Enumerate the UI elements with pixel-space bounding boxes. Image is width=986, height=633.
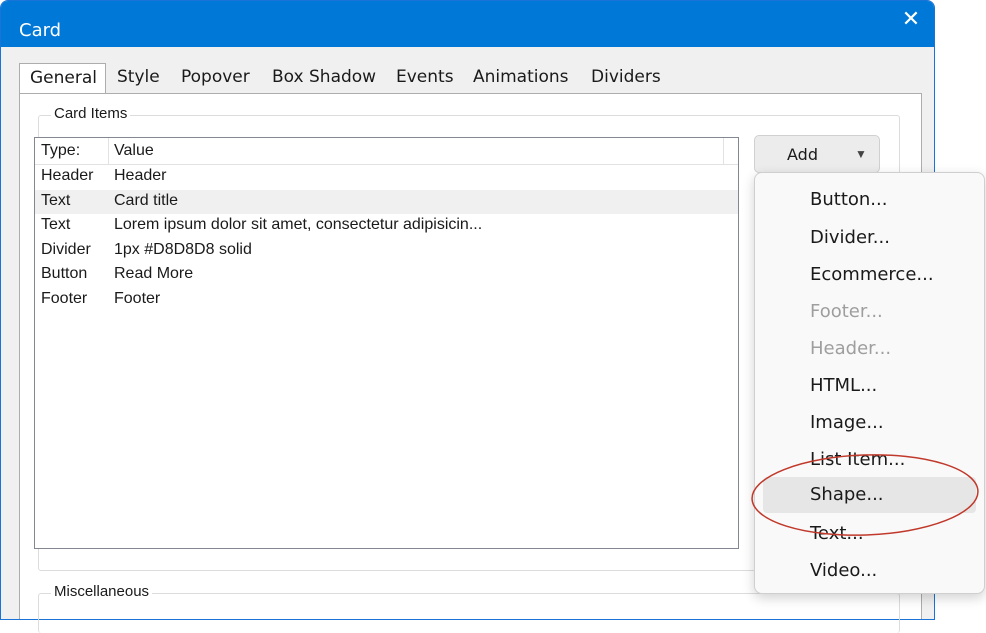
menu-item-video[interactable]: Video... — [763, 553, 976, 589]
tab-animations[interactable]: Animations — [473, 67, 569, 87]
cell-value: Footer — [114, 289, 161, 307]
table-row[interactable]: Divider 1px #D8D8D8 solid — [35, 239, 738, 264]
column-separator[interactable] — [108, 138, 109, 164]
cell-type: Text — [41, 191, 71, 209]
table-row[interactable]: Button Read More — [35, 263, 738, 288]
cell-value: Header — [114, 167, 167, 184]
menu-item-shape[interactable]: Shape... — [763, 477, 976, 513]
menu-item-label: Ecommerce... — [810, 264, 934, 285]
cell-type: Footer — [41, 289, 88, 307]
listview-header: Type: Value — [35, 138, 738, 165]
menu-item-label: Header... — [810, 338, 892, 359]
title-bar[interactable]: Card ✕ — [1, 1, 934, 47]
menu-item-label: Divider... — [810, 227, 890, 248]
menu-item-label: HTML... — [810, 375, 878, 396]
cell-type: Text — [41, 216, 71, 233]
cell-value: Lorem ipsum dolor sit amet, consectetur … — [114, 216, 483, 233]
add-button-label: Add — [787, 145, 818, 164]
tab-events[interactable]: Events — [396, 67, 454, 87]
menu-item-list-item[interactable]: List Item... — [763, 442, 976, 478]
cell-value: 1px #D8D8D8 solid — [114, 240, 252, 258]
cell-type: Divider — [41, 240, 91, 258]
table-row[interactable]: Text Lorem ipsum dolor sit amet, consect… — [35, 214, 738, 239]
menu-item-image[interactable]: Image... — [763, 405, 976, 441]
window-title: Card — [19, 20, 62, 41]
menu-item-label: Button... — [810, 189, 888, 210]
column-header-type[interactable]: Type: — [41, 142, 80, 160]
close-icon[interactable]: ✕ — [888, 1, 934, 39]
cell-type: Header — [41, 167, 94, 184]
miscellaneous-group: Miscellaneous — [38, 583, 900, 633]
cell-type: Button — [41, 265, 88, 282]
menu-item-footer: Footer... — [763, 294, 976, 330]
cell-value: Card title — [114, 191, 179, 209]
menu-item-html[interactable]: HTML... — [763, 368, 976, 404]
cell-value: Read More — [114, 265, 194, 282]
menu-item-label: Footer... — [810, 301, 883, 322]
tab-box-shadow[interactable]: Box Shadow — [272, 67, 376, 87]
add-button[interactable]: Add ▼ — [754, 135, 880, 173]
table-row[interactable]: Text Card title — [35, 189, 738, 214]
menu-item-label: Image... — [810, 412, 884, 433]
menu-item-button[interactable]: Button... — [763, 182, 976, 218]
column-separator[interactable] — [723, 138, 724, 164]
table-row[interactable]: Header Header — [35, 165, 738, 190]
card-items-listview[interactable]: Type: Value Header Header Text Card titl… — [34, 137, 739, 549]
tab-general[interactable]: General — [19, 63, 106, 97]
menu-item-ecommerce[interactable]: Ecommerce... — [763, 257, 976, 293]
table-row[interactable]: Footer Footer — [35, 288, 738, 313]
card-items-group-label: Card Items — [51, 105, 131, 122]
miscellaneous-group-label: Miscellaneous — [51, 583, 153, 600]
add-dropdown-menu: Button... Divider... Ecommerce... Footer… — [754, 172, 985, 594]
menu-item-label: Text... — [810, 523, 864, 544]
menu-item-divider[interactable]: Divider... — [763, 220, 976, 256]
menu-item-label: Video... — [810, 560, 878, 581]
menu-item-label: List Item... — [810, 449, 906, 470]
menu-item-header: Header... — [763, 331, 976, 367]
chevron-down-icon[interactable]: ▼ — [855, 147, 867, 161]
listview-rows: Header Header Text Card title Text Lorem… — [35, 165, 738, 312]
tab-style[interactable]: Style — [117, 67, 160, 87]
tab-popover[interactable]: Popover — [181, 67, 250, 87]
tab-dividers[interactable]: Dividers — [591, 67, 661, 87]
menu-item-text[interactable]: Text... — [763, 516, 976, 552]
menu-item-label: Shape... — [810, 484, 884, 505]
column-header-value[interactable]: Value — [114, 142, 154, 160]
